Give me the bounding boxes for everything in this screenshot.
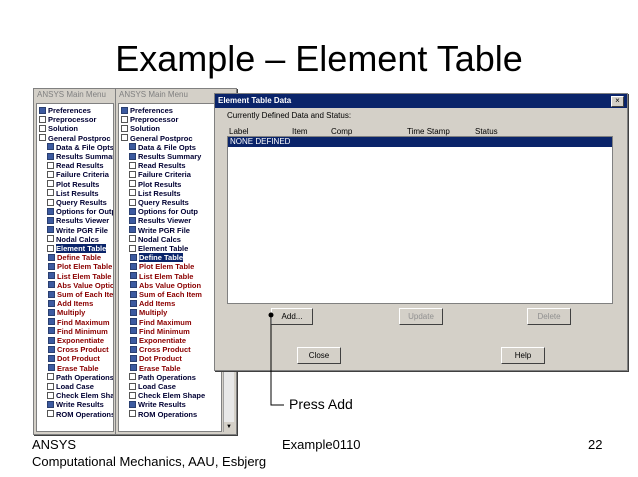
- callout-line: [270, 315, 284, 406]
- footer-left-line1: ANSYS: [32, 437, 77, 452]
- page-number: 22: [588, 437, 603, 452]
- press-add-callout: Press Add: [289, 396, 353, 412]
- footer-center: Example0110: [282, 437, 361, 452]
- footer-left-line2: Computational Mechanics, AAU, Esbjerg: [32, 454, 267, 469]
